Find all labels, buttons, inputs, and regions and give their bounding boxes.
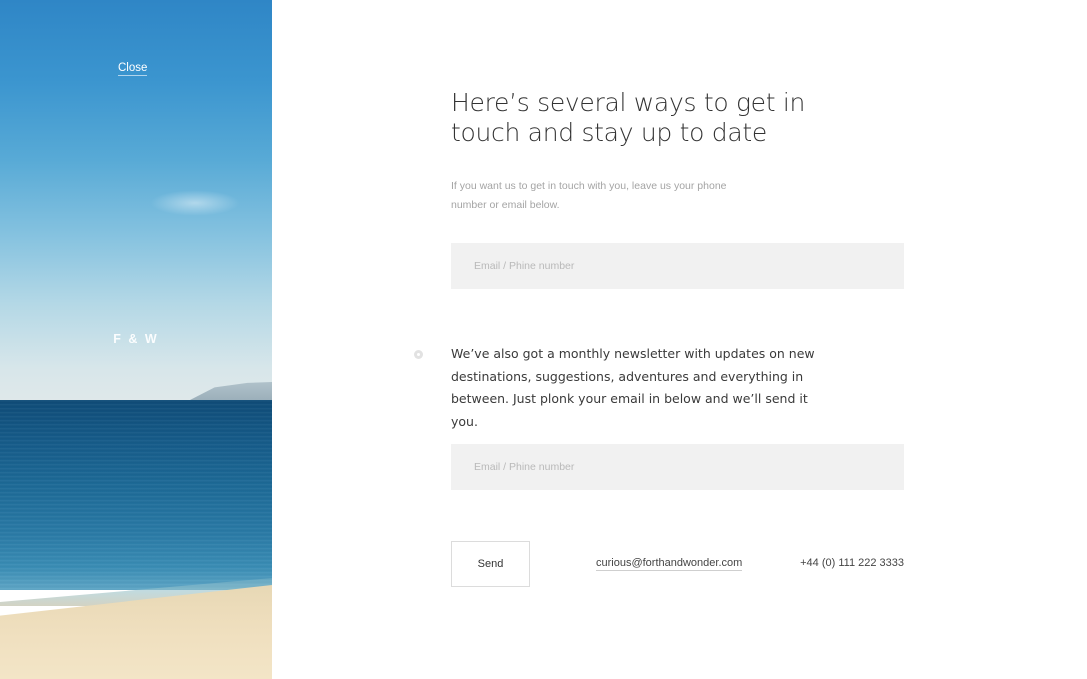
contact-content: Here’s several ways to get in touch and …	[414, 0, 1011, 679]
page-root: Close F & W Here’s several ways to get i…	[0, 0, 1087, 679]
send-button[interactable]: Send	[451, 541, 530, 587]
intro-text: If you want us to get in touch with you,…	[451, 180, 727, 211]
page-title: Here’s several ways to get in touch and …	[451, 88, 806, 147]
newsletter-email-input[interactable]	[451, 444, 904, 490]
cloud-wisp	[150, 190, 240, 216]
brand-logo: F & W	[113, 332, 159, 346]
contact-email-link[interactable]: curious@forthandwonder.com	[596, 557, 743, 571]
bullet-icon	[414, 350, 423, 359]
newsletter-text: We’ve also got a monthly newsletter with…	[451, 346, 815, 429]
close-link[interactable]: Close	[118, 62, 148, 76]
bullet-dot	[417, 353, 420, 356]
beach-photo-panel: Close F & W	[0, 0, 272, 679]
sea-texture	[0, 400, 272, 590]
contact-email-phone-input[interactable]	[451, 243, 904, 289]
contact-phone-number: +44 (0) 111 222 3333	[800, 557, 904, 569]
